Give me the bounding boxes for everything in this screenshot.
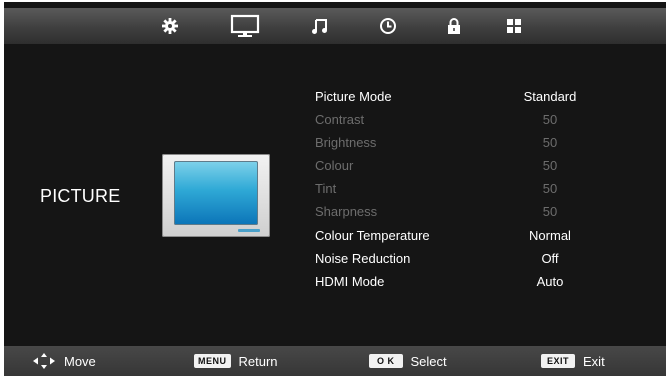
- menu-item-label: Tint: [315, 181, 337, 196]
- tab-picture[interactable]: [228, 8, 262, 44]
- page-title: PICTURE: [40, 186, 121, 206]
- osd-frame: PICTURE Picture Mode Standard Contrast 5…: [4, 2, 666, 376]
- menu-item-label: Noise Reduction: [315, 251, 411, 266]
- menu-item-tint: Tint 50: [315, 181, 655, 201]
- hint-return: MENU Return: [194, 346, 278, 376]
- menu-item-value: 50: [542, 204, 558, 219]
- music-note-icon: [312, 19, 327, 34]
- direction-arrows-icon: [33, 353, 55, 369]
- menu-item-hdmi-mode[interactable]: HDMI Mode Auto: [315, 274, 655, 294]
- tv-picture-illustration: [162, 154, 270, 237]
- clock-icon: [380, 18, 396, 34]
- hint-bar: Move MENU Return O K Select EXIT Exit: [4, 346, 666, 376]
- ok-key-badge: O K: [369, 354, 403, 368]
- menu-item-label: Colour: [315, 158, 354, 173]
- menu-item-colour-temperature[interactable]: Colour Temperature Normal: [315, 228, 655, 248]
- tv-screen: [174, 161, 258, 225]
- tab-bar: [4, 8, 666, 44]
- monitor-icon: [230, 14, 260, 37]
- menu-item-label: Sharpness: [315, 204, 378, 219]
- lock-icon: [448, 18, 460, 34]
- menu-item-label: Contrast: [315, 112, 365, 127]
- menu-item-value: Off: [541, 251, 559, 266]
- hint-select: O K Select: [369, 346, 447, 376]
- menu-item-picture-mode[interactable]: Picture Mode Standard: [315, 89, 655, 109]
- menu-item-brightness: Brightness 50: [315, 135, 655, 155]
- hint-select-label: Select: [410, 353, 447, 369]
- menu-key-badge: MENU: [194, 354, 231, 368]
- tab-setup[interactable]: [156, 8, 184, 44]
- tv-indicator: [238, 229, 260, 232]
- hint-move-label: Move: [64, 353, 96, 369]
- tab-lock[interactable]: [442, 8, 466, 44]
- menu-item-value: 50: [542, 181, 558, 196]
- exit-key-badge: EXIT: [541, 354, 576, 368]
- menu-item-value: Auto: [536, 274, 564, 289]
- menu-item-colour: Colour 50: [315, 158, 655, 178]
- menu-item-sharpness: Sharpness 50: [315, 204, 655, 224]
- tab-time[interactable]: [376, 8, 400, 44]
- hint-return-label: Return: [238, 353, 278, 369]
- menu-item-label: Picture Mode: [315, 89, 392, 104]
- menu-item-value: Standard: [523, 89, 577, 104]
- menu-item-contrast: Contrast 50: [315, 112, 655, 132]
- menu-item-value: 50: [542, 158, 558, 173]
- tab-sound[interactable]: [308, 8, 332, 44]
- menu-item-label: HDMI Mode: [315, 274, 385, 289]
- hint-move: Move: [32, 346, 96, 376]
- hint-exit: EXIT Exit: [541, 346, 605, 376]
- tab-apps[interactable]: [502, 8, 526, 44]
- menu-item-label: Colour Temperature: [315, 228, 430, 243]
- menu-item-noise-reduction[interactable]: Noise Reduction Off: [315, 251, 655, 271]
- grid-icon: [507, 19, 521, 33]
- menu-item-value: 50: [542, 135, 558, 150]
- menu-item-value: Normal: [529, 228, 571, 243]
- gear-icon: [162, 18, 178, 34]
- menu-item-value: 50: [542, 112, 558, 127]
- menu-item-label: Brightness: [315, 135, 377, 150]
- hint-exit-label: Exit: [583, 353, 605, 369]
